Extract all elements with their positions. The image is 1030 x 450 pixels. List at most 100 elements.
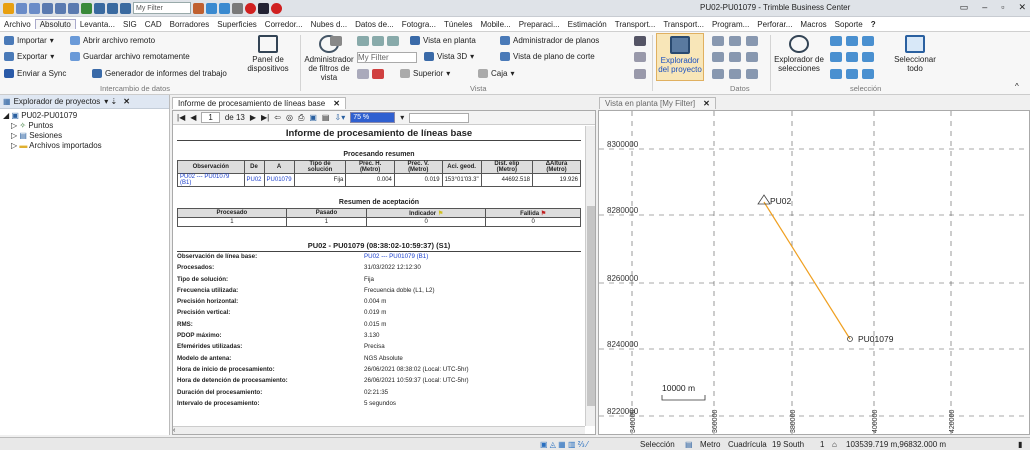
menu-tuneles[interactable]: Túneles (440, 20, 476, 29)
select-points-icon[interactable] (846, 52, 858, 62)
menu-sig[interactable]: SIG (119, 20, 141, 29)
close-icon[interactable]: ✕ (1018, 2, 1026, 13)
menu-cad[interactable]: CAD (141, 20, 166, 29)
select-plus-icon[interactable] (830, 36, 842, 46)
tab-plan-view[interactable]: Vista en planta [My Filter] ✕ (599, 97, 716, 109)
data-chart-icon[interactable] (746, 69, 758, 79)
panel-menu-icon[interactable]: ▾ ⇣ (104, 97, 117, 106)
data-edit-icon[interactable] (729, 52, 741, 62)
menu-levanta[interactable]: Levanta... (76, 20, 119, 29)
filter-icon[interactable] (193, 2, 204, 14)
stop-icon[interactable] (258, 2, 269, 14)
restore-icon[interactable]: ▭ (960, 2, 969, 13)
data-grid-icon[interactable] (712, 36, 724, 46)
menu-absoluto[interactable]: Absoluto (34, 19, 76, 29)
abrir-remoto-button[interactable]: Abrir archivo remoto (70, 36, 155, 45)
from-link[interactable]: PU02 (243, 173, 265, 187)
sheet-icon[interactable] (634, 36, 646, 46)
back-icon[interactable]: ⇦ (274, 113, 281, 122)
zoom-icon[interactable] (94, 2, 105, 14)
menu-superficies[interactable]: Superficies (213, 20, 261, 29)
select-minus-icon[interactable] (846, 36, 858, 46)
menu-program[interactable]: Program... (708, 20, 753, 29)
zoom-in-icon[interactable] (330, 36, 342, 46)
guardar-remoto-button[interactable]: Guardar archivo remotamente (70, 52, 190, 61)
pan-view-icon[interactable] (387, 36, 399, 46)
undo-icon[interactable] (55, 2, 66, 14)
zoom-extents-icon[interactable] (357, 36, 369, 46)
seleccionar-todo-button[interactable]: Seleccionar todo (890, 35, 940, 73)
filter-input[interactable]: My Filter (133, 2, 191, 14)
vista-3d-button[interactable]: Vista 3D ▾ (424, 52, 474, 61)
open-icon[interactable] (29, 2, 40, 14)
refresh-icon[interactable]: ◎ (286, 113, 293, 122)
select-invert-icon[interactable] (862, 36, 874, 46)
settings-icon[interactable] (232, 2, 243, 14)
status-selection[interactable]: Selección (640, 440, 675, 449)
record-icon[interactable] (245, 2, 256, 14)
zoom-dropdown-icon[interactable]: ▾ (400, 113, 404, 122)
tab-close-icon[interactable]: ✕ (333, 99, 340, 108)
menu-estimacion[interactable]: Estimación (564, 20, 611, 29)
data-points-icon[interactable] (746, 36, 758, 46)
scroll-left-icon[interactable]: ‹ (173, 427, 175, 434)
admin-planos-button[interactable]: Administrador de planos (500, 36, 599, 45)
plan-view[interactable]: 8300000 8280000 8260000 8240000 8220000 34000… (598, 110, 1030, 435)
menu-archivo[interactable]: Archivo (0, 20, 35, 29)
orbit-icon[interactable] (357, 69, 369, 79)
view-option-icon[interactable] (634, 69, 646, 79)
menu-perforar[interactable]: Perforar... (753, 20, 796, 29)
close-circle-icon[interactable] (271, 2, 282, 14)
detail-value[interactable]: PU02 --- PU01079 (B1) (364, 253, 428, 260)
report-vertical-scrollbar[interactable] (585, 126, 595, 426)
menu-fotogra[interactable]: Fotogra... (398, 20, 440, 29)
tab-close-icon[interactable]: ✕ (703, 99, 710, 108)
data-table-icon[interactable] (712, 52, 724, 62)
expand-icon[interactable]: ▷ (11, 121, 17, 130)
menu-borradores[interactable]: Borradores (166, 20, 214, 29)
minimize-icon[interactable]: – (982, 2, 987, 13)
data-list-icon[interactable] (729, 36, 741, 46)
export-report-icon[interactable]: ⇩▾ (334, 113, 345, 122)
enviar-sync-button[interactable]: Enviar a Sync (4, 69, 66, 78)
scroll-thumb[interactable] (587, 206, 595, 406)
panel-close-icon[interactable]: ✕ (123, 97, 130, 106)
tree-item-archivos[interactable]: ▷ ▬ Archivos importados (3, 141, 166, 151)
flag-icon[interactable] (372, 69, 384, 79)
status-grid[interactable]: Cuadrícula (728, 440, 767, 449)
last-page-icon[interactable]: ▶| (261, 113, 269, 122)
data-link-icon[interactable] (712, 69, 724, 79)
next-page-icon[interactable]: ▶ (250, 113, 256, 122)
layers-icon[interactable] (219, 2, 230, 14)
sync-icon[interactable] (206, 2, 217, 14)
expand-icon[interactable]: ▷ (11, 131, 17, 140)
data-sort-icon[interactable] (746, 52, 758, 62)
select-by-icon[interactable] (830, 52, 842, 62)
new-icon[interactable] (16, 2, 27, 14)
tree-item-puntos[interactable]: ▷ ✧ Puntos (3, 121, 166, 131)
tree-root[interactable]: ◢ ▣ PU02-PU01079 (3, 111, 166, 121)
print-icon[interactable]: ⎙ (298, 113, 304, 123)
report-horizontal-scrollbar[interactable]: ‹ (173, 426, 585, 434)
zoom-window-icon[interactable] (372, 36, 384, 46)
maximize-icon[interactable]: ▫ (1001, 2, 1004, 13)
page-input[interactable]: 1 (201, 112, 220, 123)
menu-transport-2[interactable]: Transport... (659, 20, 708, 29)
caja-select[interactable]: Caja ▾ (478, 69, 514, 78)
select-region-icon[interactable] (830, 69, 842, 79)
menu-mobile[interactable]: Mobile... (476, 20, 514, 29)
select-icon[interactable] (81, 2, 92, 14)
view-filter-select[interactable]: My Filter (357, 52, 417, 63)
help-icon[interactable]: ? (867, 20, 880, 29)
menu-preparaci[interactable]: Preparaci... (515, 20, 564, 29)
status-end-icon[interactable]: ▮ (1018, 440, 1022, 449)
plan-view-canvas[interactable]: 8300000828000082600008240000822000034000… (599, 111, 1030, 435)
menu-macros[interactable]: Macros (796, 20, 830, 29)
menu-datos[interactable]: Datos de... (351, 20, 398, 29)
status-units[interactable]: Metro (700, 440, 720, 449)
collapse-icon[interactable]: ◢ (3, 111, 9, 120)
status-zone[interactable]: 19 South (772, 440, 804, 449)
select-layer-icon[interactable] (862, 52, 874, 62)
pan-icon[interactable] (107, 2, 118, 14)
exportar-button[interactable]: Exportar ▾ (4, 52, 54, 61)
